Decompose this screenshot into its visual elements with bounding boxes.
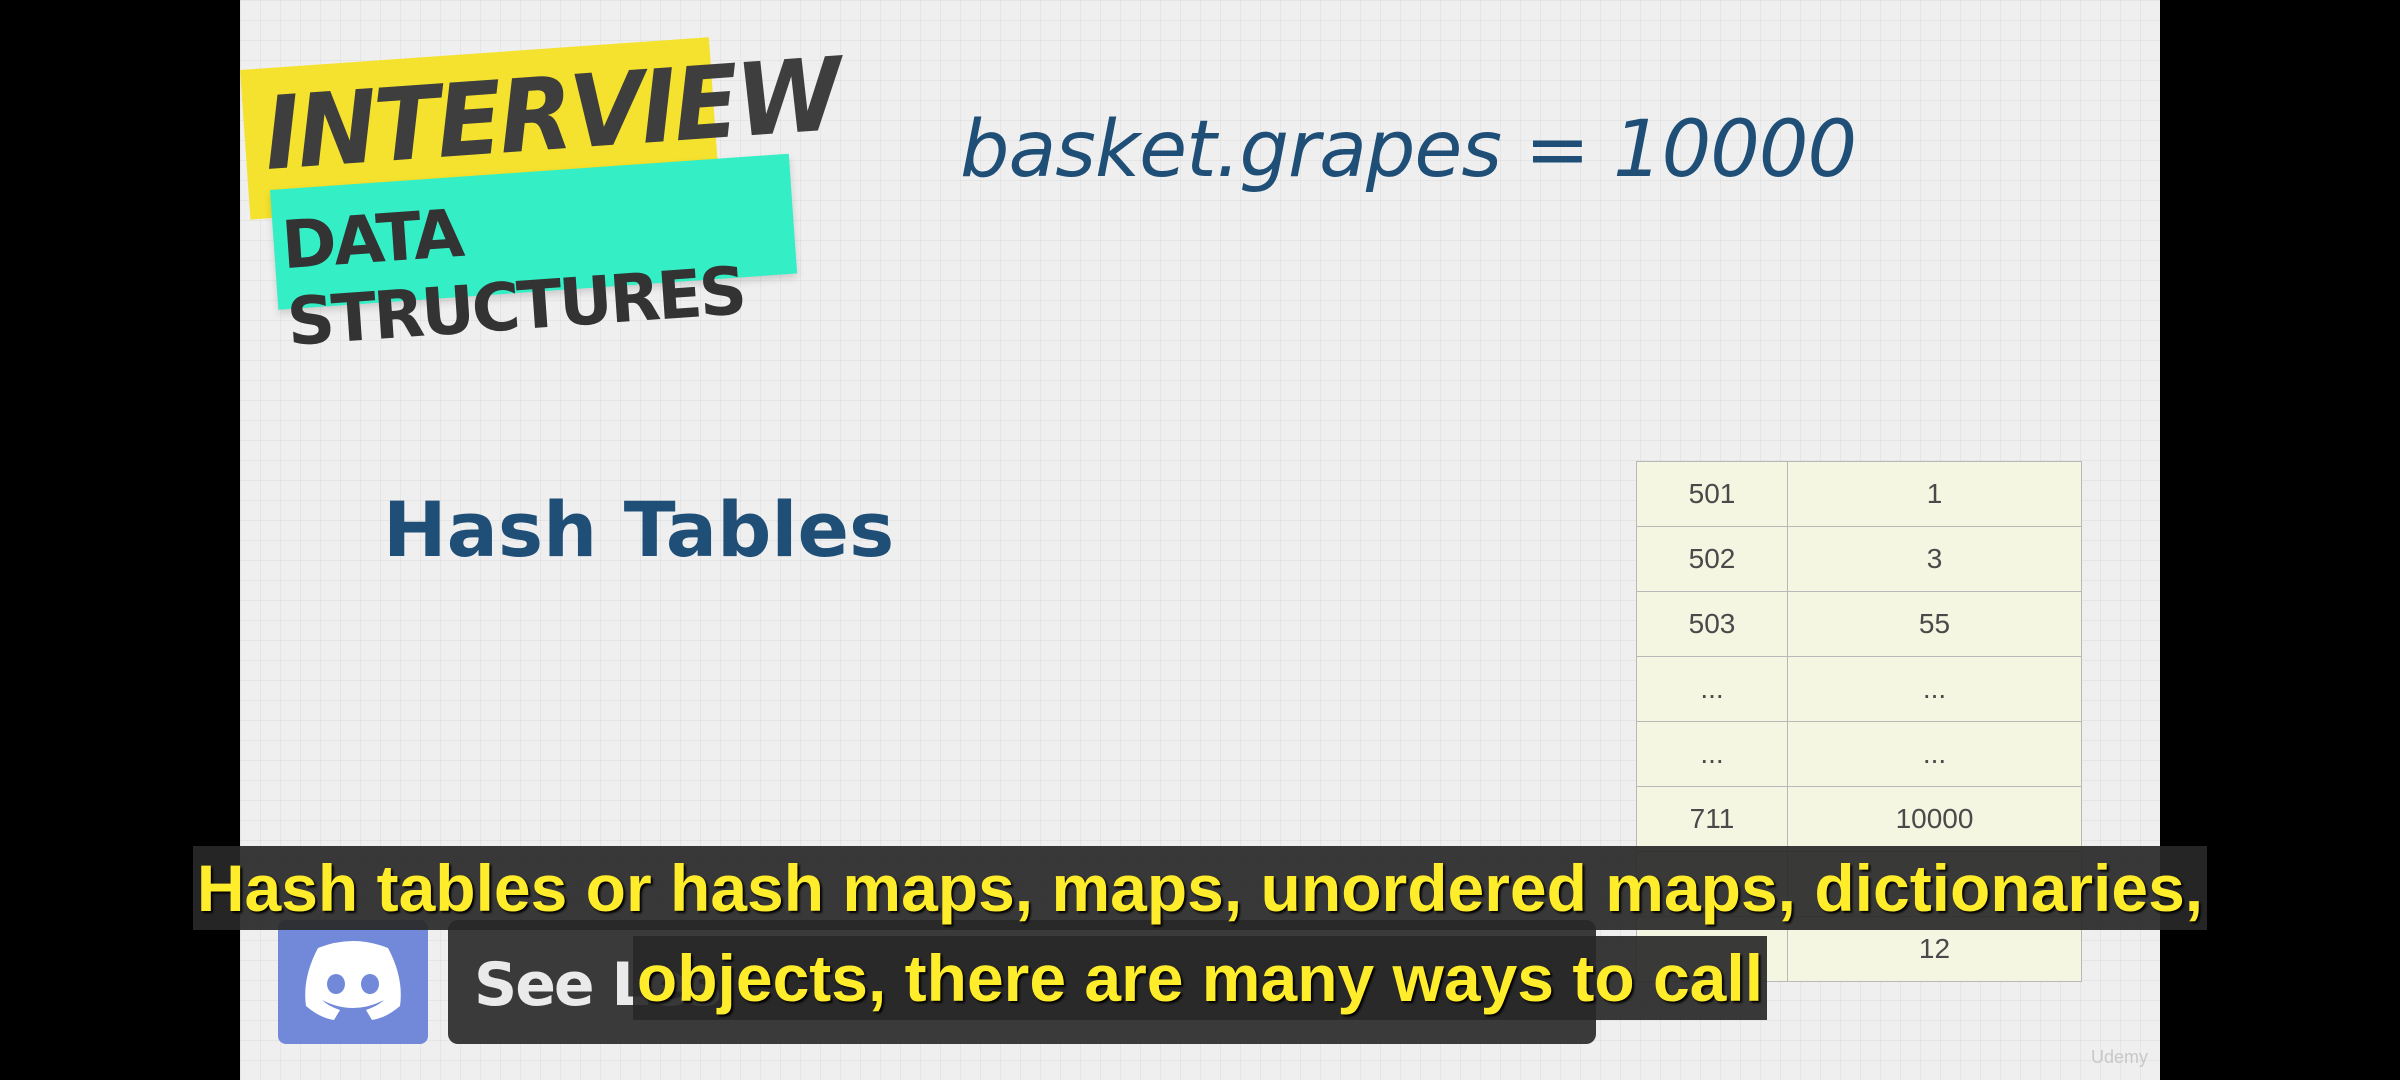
- badge-line2: DATA STRUCTURES: [279, 194, 747, 362]
- value-cell: 12: [1787, 916, 2082, 982]
- course-badge: INTERVIEW DATA STRUCTURES: [240, 36, 843, 361]
- value-cell: ...: [1787, 721, 2082, 787]
- memory-table: 501 1 502 3 503 55 ... ... ... ... 711 1…: [1636, 461, 2082, 982]
- code-expression: basket.grapes = 10000: [960, 105, 1857, 195]
- table-row: 711 10000: [1636, 786, 2082, 852]
- address-cell: 502: [1636, 526, 1788, 592]
- discord-logo-glyph: [305, 941, 401, 1020]
- value-cell: 55: [1787, 591, 2082, 657]
- address-cell: [1636, 851, 1788, 917]
- discord-text-pill: See Les: [448, 920, 1596, 1044]
- table-row: [1636, 851, 2082, 917]
- watermark: Udemy: [2090, 1047, 2148, 1067]
- table-row: 503 55: [1636, 591, 2082, 657]
- discord-banner[interactable]: See Les: [278, 920, 1596, 1044]
- lecture-slide: INTERVIEW DATA STRUCTURES basket.grapes …: [240, 0, 2160, 1080]
- value-cell: 1: [1787, 461, 2082, 527]
- value-cell: ...: [1787, 656, 2082, 722]
- table-row: 12: [1636, 916, 2082, 982]
- value-cell: [1787, 851, 2082, 917]
- table-row: ... ...: [1636, 721, 2082, 787]
- address-cell: ...: [1636, 656, 1788, 722]
- table-row: 501 1: [1636, 461, 2082, 527]
- address-cell: 503: [1636, 591, 1788, 657]
- table-row: ... ...: [1636, 656, 2082, 722]
- discord-text: See Les: [474, 950, 722, 1020]
- address-cell: 501: [1636, 461, 1788, 527]
- address-cell: ...: [1636, 721, 1788, 787]
- table-row: 502 3: [1636, 526, 2082, 592]
- section-title: Hash Tables: [383, 485, 895, 574]
- discord-icon: [278, 920, 428, 1044]
- value-cell: 3: [1787, 526, 2082, 592]
- address-cell: [1636, 916, 1788, 982]
- address-cell: 711: [1636, 786, 1788, 852]
- value-cell: 10000: [1787, 786, 2082, 852]
